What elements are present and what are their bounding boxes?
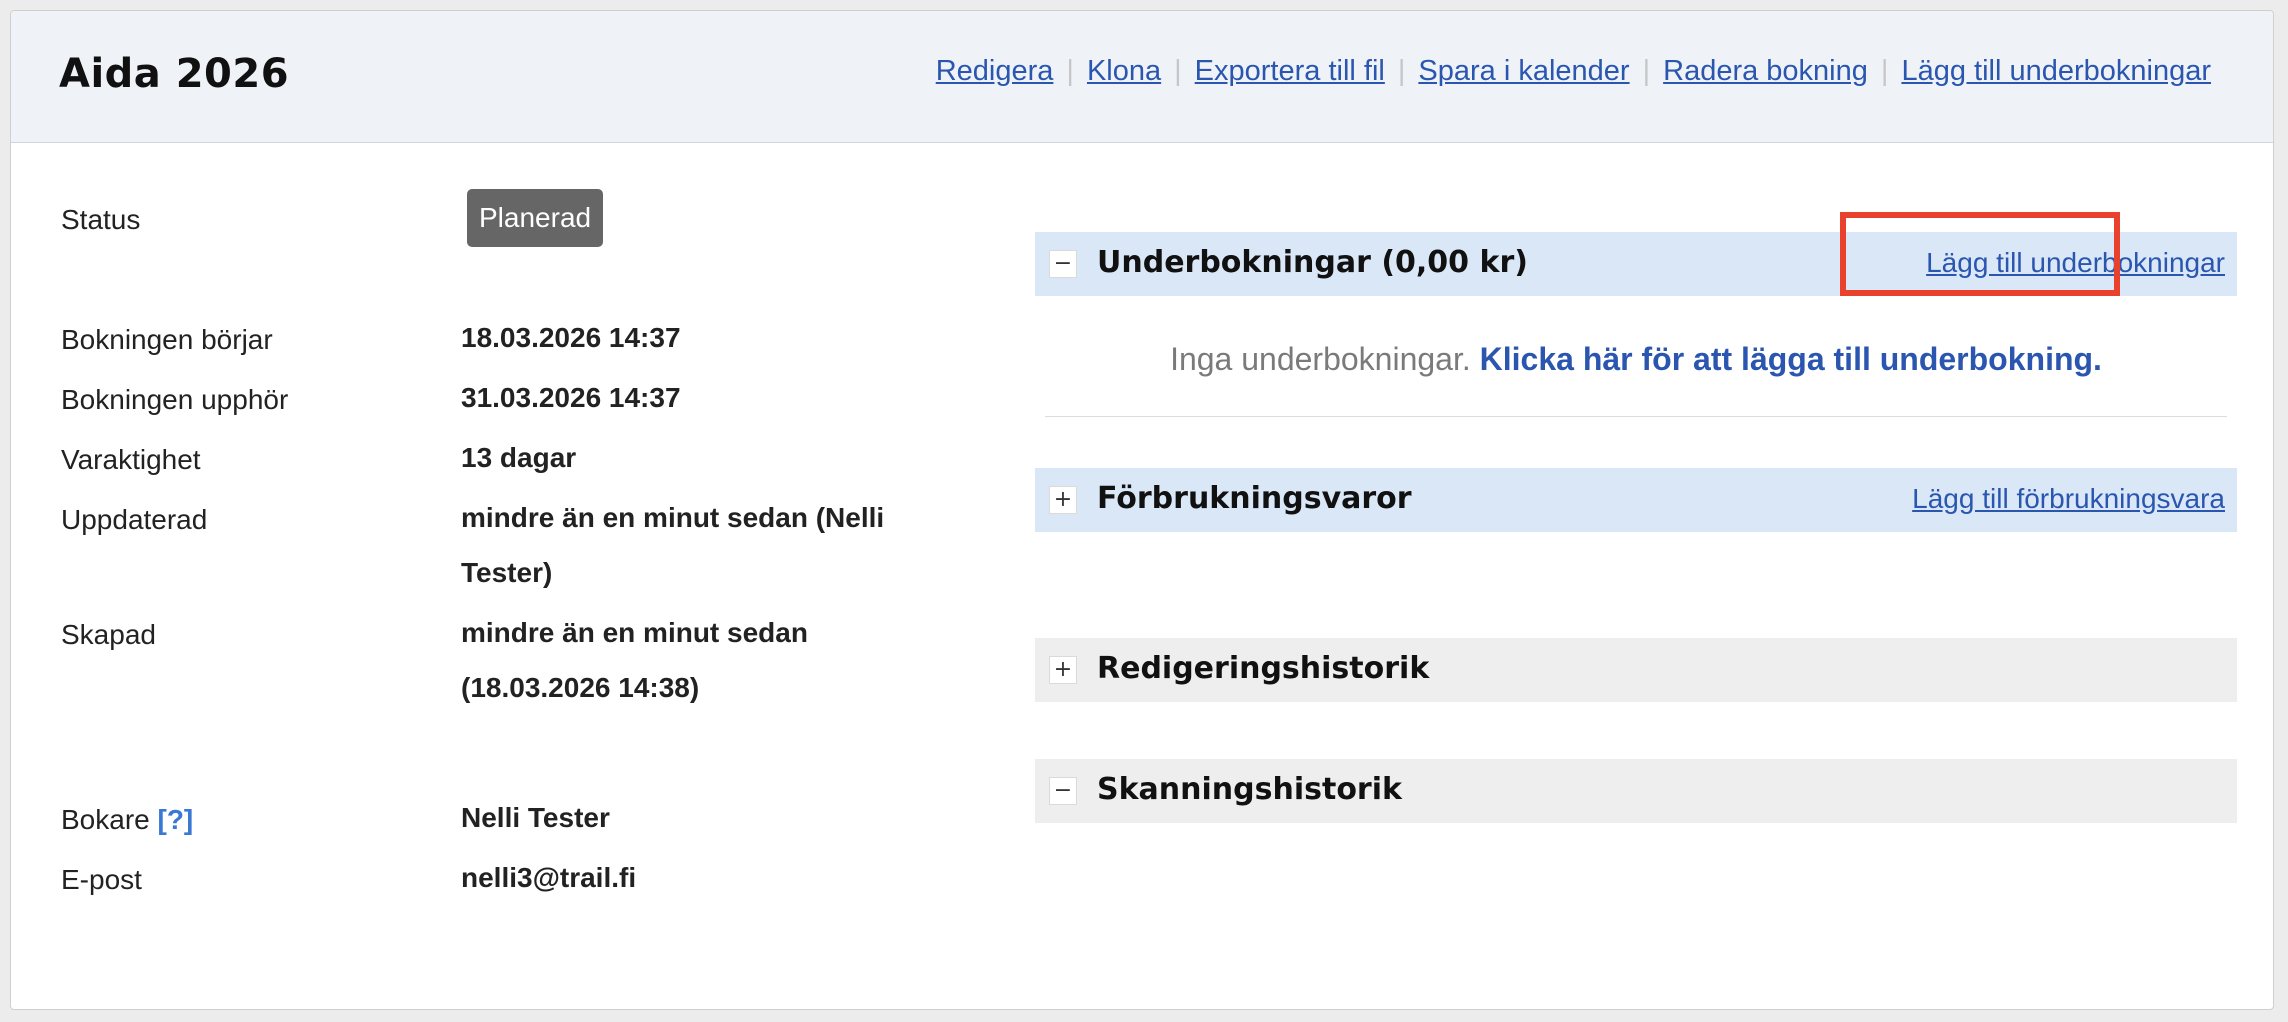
status-badge: Planerad	[467, 189, 604, 247]
duration-label: Varaktighet	[61, 444, 201, 475]
status-label: Status	[61, 204, 141, 235]
created-value-line2: (18.03.2026 14:38)	[461, 672, 700, 703]
expand-toggle[interactable]: +	[1049, 486, 1077, 514]
expand-toggle[interactable]: +	[1049, 656, 1077, 684]
add-consumable-link[interactable]: Lägg till förbrukningsvara	[1912, 483, 2225, 515]
separator: |	[1066, 55, 1074, 87]
subbookings-title: Underbokningar (0,00 kr)	[1097, 245, 1528, 280]
consumables-section-header: + Förbrukningsvaror Lägg till förbruknin…	[1035, 468, 2237, 532]
add-subbookings-link[interactable]: Lägg till underbokningar	[1926, 247, 2225, 279]
created-value-line1: mindre än en minut sedan	[461, 617, 808, 648]
header-actions: Redigera | Klona | Exportera till fil | Spara …	[936, 55, 2211, 88]
divider	[1045, 416, 2227, 417]
delete-booking-link[interactable]: Radera bokning	[1663, 55, 1868, 87]
edit-history-section-header[interactable]: + Redigeringshistorik	[1035, 638, 2237, 702]
created-label: Skapad	[61, 619, 156, 650]
separator: |	[1174, 55, 1182, 87]
separator: |	[1397, 55, 1406, 87]
scan-history-title: Skanningshistorik	[1097, 772, 1402, 807]
separator: |	[1642, 55, 1651, 87]
booking-panel: Aida 2026 Redigera | Klona | Exportera till …	[10, 10, 2274, 1010]
updated-value-line2: Tester)	[461, 557, 553, 588]
collapse-toggle[interactable]: −	[1049, 250, 1077, 278]
header-bar: Aida 2026 Redigera | Klona | Exportera till …	[11, 11, 2273, 143]
start-label: Bokningen börjar	[61, 324, 273, 355]
save-calendar-link[interactable]: Spara i kalender	[1418, 55, 1629, 87]
clone-link[interactable]: Klona	[1087, 55, 1161, 87]
updated-value-line1: mindre än en minut sedan (Nelli	[461, 502, 885, 533]
end-value: 31.03.2026 14:37	[461, 382, 681, 413]
add-subbooking-cta-link[interactable]: Klicka här för att lägga till underbokni…	[1480, 341, 2102, 377]
scan-history-section-header[interactable]: − Skanningshistorik	[1035, 759, 2237, 823]
collapse-toggle[interactable]: −	[1049, 777, 1077, 805]
subbookings-section-header: − Underbokningar (0,00 kr) Lägg till und…	[1035, 232, 2237, 296]
updated-label: Uppdaterad	[61, 504, 208, 535]
booker-value: Nelli Tester	[461, 802, 610, 833]
edit-link[interactable]: Redigera	[936, 55, 1054, 87]
email-value: nelli3@trail.fi	[461, 862, 637, 893]
consumables-title: Förbrukningsvaror	[1097, 481, 1412, 516]
booker-label-text: Bokare	[61, 804, 150, 835]
separator: |	[1880, 55, 1889, 87]
export-link[interactable]: Exportera till fil	[1195, 55, 1385, 87]
empty-text: Inga underbokningar.	[1170, 341, 1471, 377]
email-label: E-post	[61, 864, 142, 895]
duration-value: 13 dagar	[461, 442, 577, 473]
subbookings-empty-message: Inga underbokningar. Klicka här för att …	[1035, 341, 2237, 378]
end-label: Bokningen upphör	[61, 384, 289, 415]
booker-label: Bokare [?]	[61, 804, 193, 836]
add-subbookings-header-link[interactable]: Lägg till underbokningar	[1901, 55, 2211, 87]
booker-help-link[interactable]: [?]	[158, 804, 194, 835]
page-title: Aida 2026	[59, 51, 290, 97]
start-value: 18.03.2026 14:37	[461, 322, 681, 353]
edit-history-title: Redigeringshistorik	[1097, 651, 1430, 686]
